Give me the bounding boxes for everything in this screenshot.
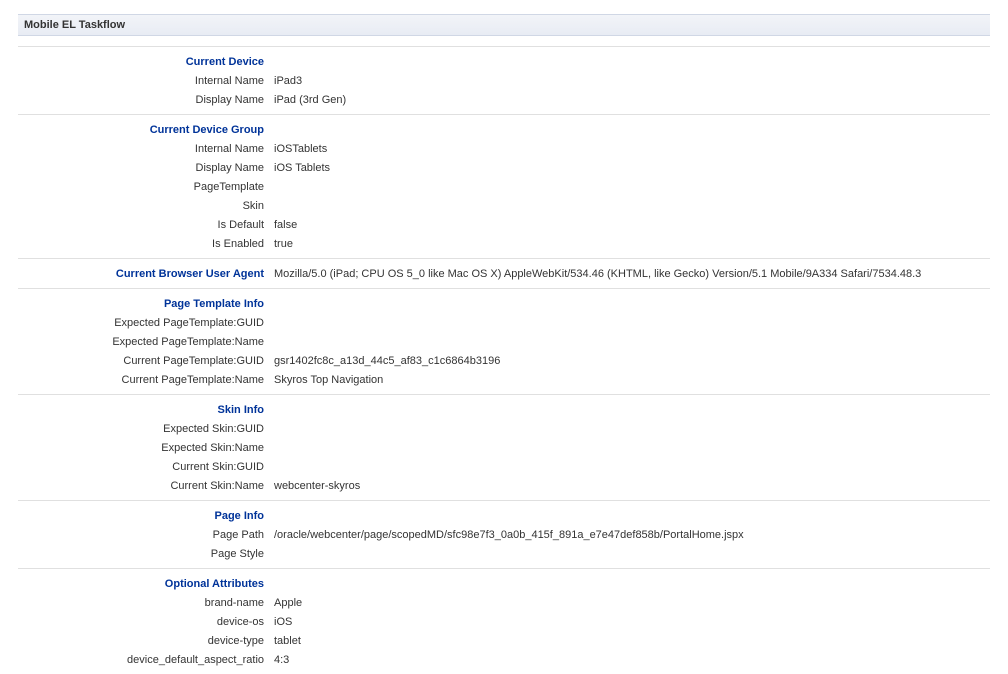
row-brand-name: brand-name Apple [18, 594, 990, 613]
row-group-page-template: PageTemplate [18, 178, 990, 197]
value-group-internal-name: iOSTablets [274, 140, 990, 159]
row-group-display-name: Display Name iOS Tablets [18, 159, 990, 178]
value-current-skin-name: webcenter-skyros [274, 477, 990, 496]
label-user-agent: Current Browser User Agent [18, 265, 274, 284]
row-user-agent: Current Browser User Agent Mozilla/5.0 (… [18, 265, 990, 284]
label-group-is-default: Is Default [18, 216, 274, 235]
row-group-skin: Skin [18, 197, 990, 216]
value-user-agent: Mozilla/5.0 (iPad; CPU OS 5_0 like Mac O… [274, 265, 990, 284]
value-current-pt-guid: gsr1402fc8c_a13d_44c5_af83_c1c6864b3196 [274, 352, 990, 371]
row-aspect-ratio: device_default_aspect_ratio 4:3 [18, 651, 990, 670]
value-current-pt-name: Skyros Top Navigation [274, 371, 990, 390]
row-expected-skin-name: Expected Skin:Name [18, 439, 990, 458]
value-aspect-ratio: 4:3 [274, 651, 990, 670]
section-current-device: Current Device Internal Name iPad3 Displ… [18, 46, 990, 114]
label-aspect-ratio: device_default_aspect_ratio [18, 651, 274, 670]
section-title-current-device: Current Device [18, 53, 274, 72]
section-title-page-info: Page Info [18, 507, 274, 526]
value-page-path: /oracle/webcenter/page/scopedMD/sfc98e7f… [274, 526, 990, 545]
value-group-display-name: iOS Tablets [274, 159, 990, 178]
label-current-pt-name: Current PageTemplate:Name [18, 371, 274, 390]
row-current-skin-guid: Current Skin:GUID [18, 458, 990, 477]
label-expected-pt-name: Expected PageTemplate:Name [18, 333, 274, 352]
value-brand-name: Apple [274, 594, 990, 613]
label-page-style: Page Style [18, 545, 274, 564]
label-expected-skin-guid: Expected Skin:GUID [18, 420, 274, 439]
value-device-internal-name: iPad3 [274, 72, 990, 91]
label-device-type: device-type [18, 632, 274, 651]
value-device-display-name: iPad (3rd Gen) [274, 91, 990, 110]
label-page-path: Page Path [18, 526, 274, 545]
label-device-display-name: Display Name [18, 91, 274, 110]
label-group-internal-name: Internal Name [18, 140, 274, 159]
section-user-agent: Current Browser User Agent Mozilla/5.0 (… [18, 258, 990, 288]
row-device-internal-name: Internal Name iPad3 [18, 72, 990, 91]
panel-title: Mobile EL Taskflow [18, 14, 990, 36]
section-title-optional-attributes: Optional Attributes [18, 575, 274, 594]
section-optional-attributes: Optional Attributes brand-name Apple dev… [18, 568, 990, 674]
section-page-info: Page Info Page Path /oracle/webcenter/pa… [18, 500, 990, 568]
label-group-is-enabled: Is Enabled [18, 235, 274, 254]
section-title-skin-info: Skin Info [18, 401, 274, 420]
row-page-path: Page Path /oracle/webcenter/page/scopedM… [18, 526, 990, 545]
section-current-device-group: Current Device Group Internal Name iOSTa… [18, 114, 990, 258]
label-device-internal-name: Internal Name [18, 72, 274, 91]
value-group-is-enabled: true [274, 235, 990, 254]
label-current-pt-guid: Current PageTemplate:GUID [18, 352, 274, 371]
label-group-display-name: Display Name [18, 159, 274, 178]
row-current-skin-name: Current Skin:Name webcenter-skyros [18, 477, 990, 496]
row-group-is-enabled: Is Enabled true [18, 235, 990, 254]
row-device-display-name: Display Name iPad (3rd Gen) [18, 91, 990, 110]
row-current-pt-name: Current PageTemplate:Name Skyros Top Nav… [18, 371, 990, 390]
row-group-internal-name: Internal Name iOSTablets [18, 140, 990, 159]
label-current-skin-name: Current Skin:Name [18, 477, 274, 496]
taskflow-container: Mobile EL Taskflow Current Device Intern… [0, 14, 1008, 674]
section-skin-info: Skin Info Expected Skin:GUID Expected Sk… [18, 394, 990, 500]
label-group-page-template: PageTemplate [18, 178, 274, 197]
section-title-page-template-info: Page Template Info [18, 295, 274, 314]
label-current-skin-guid: Current Skin:GUID [18, 458, 274, 477]
row-expected-skin-guid: Expected Skin:GUID [18, 420, 990, 439]
row-device-type: device-type tablet [18, 632, 990, 651]
label-brand-name: brand-name [18, 594, 274, 613]
row-expected-pt-guid: Expected PageTemplate:GUID [18, 314, 990, 333]
label-group-skin: Skin [18, 197, 274, 216]
label-device-os: device-os [18, 613, 274, 632]
label-expected-skin-name: Expected Skin:Name [18, 439, 274, 458]
row-current-pt-guid: Current PageTemplate:GUID gsr1402fc8c_a1… [18, 352, 990, 371]
value-device-os: iOS [274, 613, 990, 632]
row-page-style: Page Style [18, 545, 990, 564]
row-expected-pt-name: Expected PageTemplate:Name [18, 333, 990, 352]
row-device-os: device-os iOS [18, 613, 990, 632]
label-expected-pt-guid: Expected PageTemplate:GUID [18, 314, 274, 333]
value-group-is-default: false [274, 216, 990, 235]
section-title-current-device-group: Current Device Group [18, 121, 274, 140]
value-device-type: tablet [274, 632, 990, 651]
row-group-is-default: Is Default false [18, 216, 990, 235]
section-page-template-info: Page Template Info Expected PageTemplate… [18, 288, 990, 394]
